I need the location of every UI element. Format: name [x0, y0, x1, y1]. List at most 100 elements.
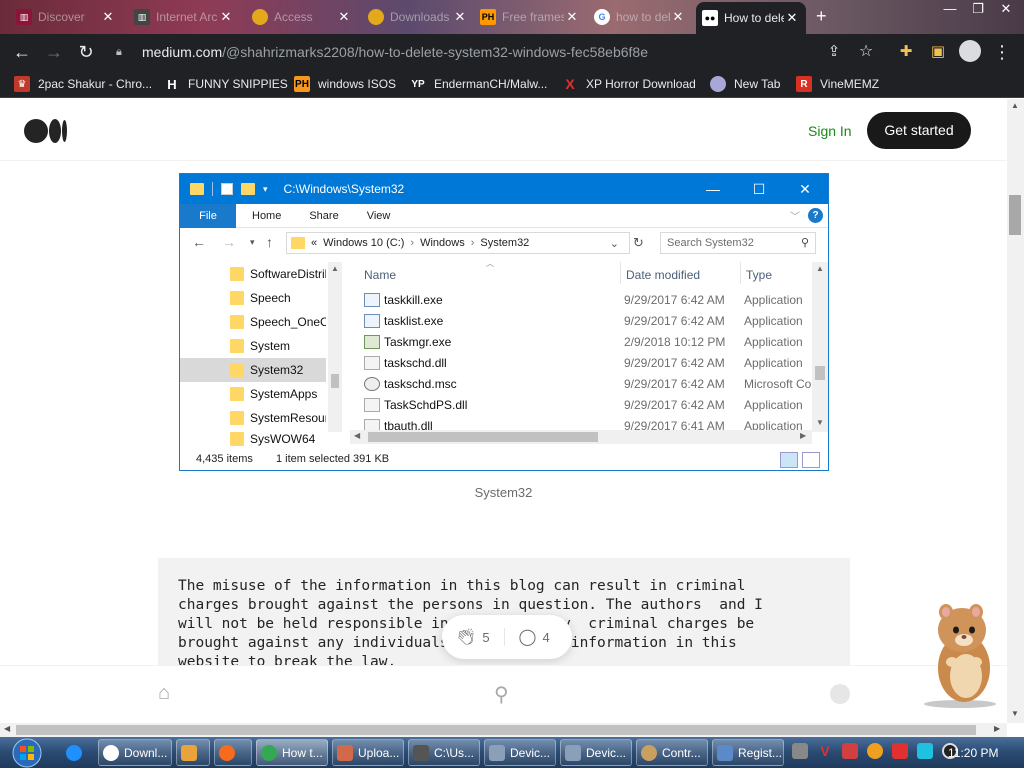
google-icon: G [594, 9, 610, 25]
scroll-left-icon[interactable]: ◀ [4, 724, 10, 733]
taskbar-button-active[interactable]: How t... [256, 739, 328, 766]
close-window-icon[interactable]: ✕ [992, 0, 1020, 20]
close-tab-icon[interactable]: ✕ [100, 9, 116, 25]
scroll-right-icon[interactable]: ▶ [994, 724, 1000, 733]
browser-tab[interactable]: G how to delete ✕ [588, 4, 692, 30]
file-name: taskkill.exe [384, 293, 443, 307]
bookmark-item[interactable]: PH windows ISOS [294, 75, 396, 93]
taskbar-clock[interactable]: 11:20 PM [948, 746, 998, 760]
tray-app-icon[interactable] [792, 743, 808, 759]
back-arrow-icon[interactable]: ← [10, 40, 34, 64]
browser-tab[interactable]: ▥ Discover ✕ [10, 4, 122, 30]
taskbar-button[interactable]: Devic... [560, 739, 632, 766]
get-started-button[interactable]: Get started [867, 112, 971, 149]
tray-flag-icon[interactable] [892, 743, 908, 759]
page-horizontal-scrollbar[interactable]: ◀ ▶ [0, 723, 1007, 737]
taskbar-button[interactable]: Devic... [484, 739, 556, 766]
nav-folder-selected: System32 [180, 358, 326, 382]
address-part: Windows 10 (C:) [323, 237, 405, 249]
bookmark-item[interactable]: X XP Horror Download [562, 75, 696, 93]
explorer-ribbon: File Home Share View ﹀ ? [180, 203, 828, 228]
media-player-icon [181, 744, 197, 761]
avatar[interactable] [830, 684, 850, 704]
explorer-status-bar: 4,435 items 1 item selected 391 KB [180, 450, 828, 470]
file-type: Application [744, 398, 803, 412]
new-tab-button[interactable]: + [816, 6, 827, 27]
scroll-up-icon[interactable]: ▲ [1011, 101, 1019, 110]
close-tab-icon[interactable]: ✕ [336, 9, 352, 25]
taskbar-button[interactable]: C:\Us... [408, 739, 480, 766]
file-date: 9/29/2017 6:42 AM [624, 398, 725, 412]
tray-v-icon[interactable]: V [817, 743, 833, 759]
folder-icon [230, 339, 244, 353]
sign-in-link[interactable]: Sign In [808, 123, 852, 139]
tab-favicon-icon [252, 9, 268, 25]
medium-favicon-icon: ●● [702, 10, 718, 26]
extensions-puzzle-icon[interactable]: ✚ [894, 40, 918, 64]
taskbar-button[interactable] [214, 739, 252, 766]
scrollbar-thumb[interactable] [1009, 195, 1021, 235]
explorer-title-bar: ▾ C:\Windows\System32 — ☐ ✕ [180, 174, 828, 204]
side-panel-icon[interactable]: ▣ [926, 40, 950, 64]
browser-tab[interactable]: Access ✕ [246, 4, 358, 30]
taskbar-button[interactable]: Downl... [98, 739, 172, 766]
search-icon[interactable]: ⚲ [494, 682, 509, 707]
clap-icon[interactable]: 👏︎ [456, 627, 476, 647]
forward-arrow-icon[interactable]: → [42, 40, 66, 64]
reload-icon[interactable]: ↻ [74, 40, 98, 64]
x-icon: X [565, 76, 575, 92]
bookmark-item[interactable]: H FUNNY SNIPPIES [164, 75, 288, 93]
windows-start-orb-icon[interactable] [8, 738, 46, 768]
dll-file-icon [364, 419, 380, 430]
close-tab-icon[interactable]: ✕ [784, 10, 800, 26]
dropdown-arrow-icon: ▾ [263, 183, 268, 194]
taskbar-button[interactable]: Regist... [712, 739, 784, 766]
bookmark-item[interactable]: New Tab [710, 75, 780, 93]
dll-file-icon [364, 398, 380, 412]
close-tab-icon[interactable]: ✕ [452, 9, 468, 25]
browser-tab[interactable]: Downloads ✕ [362, 4, 474, 30]
profile-avatar-icon[interactable] [958, 40, 982, 64]
taskbar-button[interactable] [176, 739, 210, 766]
nav-folder-label: SoftwareDistrib [250, 267, 326, 281]
lock-icon: 🔒︎ [116, 45, 122, 58]
explorer-address-row: ← → ▾ ↑ « Windows 10 (C:) › Windows › Sy… [180, 228, 828, 260]
close-tab-icon[interactable]: ✕ [218, 9, 234, 25]
nav-folder-label: Speech_OneCo [250, 315, 326, 329]
restore-window-icon[interactable]: ❐ [964, 0, 992, 20]
medium-logo-icon[interactable] [24, 119, 67, 143]
ribbon-file-tab: File [180, 203, 236, 228]
device-manager-icon [489, 744, 505, 761]
bookmark-item[interactable]: R VineMEMZ [796, 75, 879, 93]
browser-tab-active[interactable]: ●● How to delete ✕ [696, 2, 806, 34]
taskbar-button[interactable]: Contr... [636, 739, 708, 766]
minimize-window-icon[interactable]: — [936, 0, 964, 20]
close-tab-icon[interactable]: ✕ [564, 9, 580, 25]
bookmark-item[interactable]: YP EndermanCH/Malw... [410, 75, 547, 93]
nav-folder: SystemApps [180, 382, 326, 406]
file-date: 2/9/2018 10:12 PM [624, 335, 726, 349]
tray-app-icon[interactable] [867, 743, 883, 759]
file-date: 9/29/2017 6:42 AM [624, 377, 725, 391]
taskbar-button[interactable]: Uploa... [332, 739, 404, 766]
address-bar[interactable]: 🔒︎ medium.com/@shahrizmarks2208/how-to-d… [108, 38, 888, 66]
bookmark-star-icon[interactable]: ☆ [854, 40, 878, 64]
page-vertical-scrollbar[interactable]: ▲ ▼ [1007, 99, 1024, 723]
share-icon[interactable]: ⇪ [822, 40, 846, 64]
clock-icon [364, 377, 380, 391]
comment-icon[interactable]: ◯ [519, 627, 537, 647]
ribbon-expand-icon: ﹀ [790, 212, 800, 223]
home-icon[interactable]: ⌂ [158, 682, 170, 705]
menu-kebab-icon[interactable]: ⋮ [990, 40, 1014, 64]
column-date-header: Date modified [626, 268, 701, 282]
scrollbar-thumb[interactable] [16, 725, 976, 735]
close-tab-icon[interactable]: ✕ [670, 9, 686, 25]
browser-tab[interactable]: PH Free frames ✕ [474, 4, 586, 30]
browser-tab[interactable]: ▥ Internet Archive ✕ [128, 4, 240, 30]
taskbar-ie-icon[interactable] [62, 739, 94, 766]
tray-network-icon[interactable] [917, 743, 933, 759]
folder-icon [230, 291, 244, 305]
tray-app-icon[interactable] [842, 743, 858, 759]
scroll-down-icon[interactable]: ▼ [1011, 709, 1019, 718]
bookmark-item[interactable]: ♛ 2pac Shakur - Chro... [14, 75, 152, 93]
